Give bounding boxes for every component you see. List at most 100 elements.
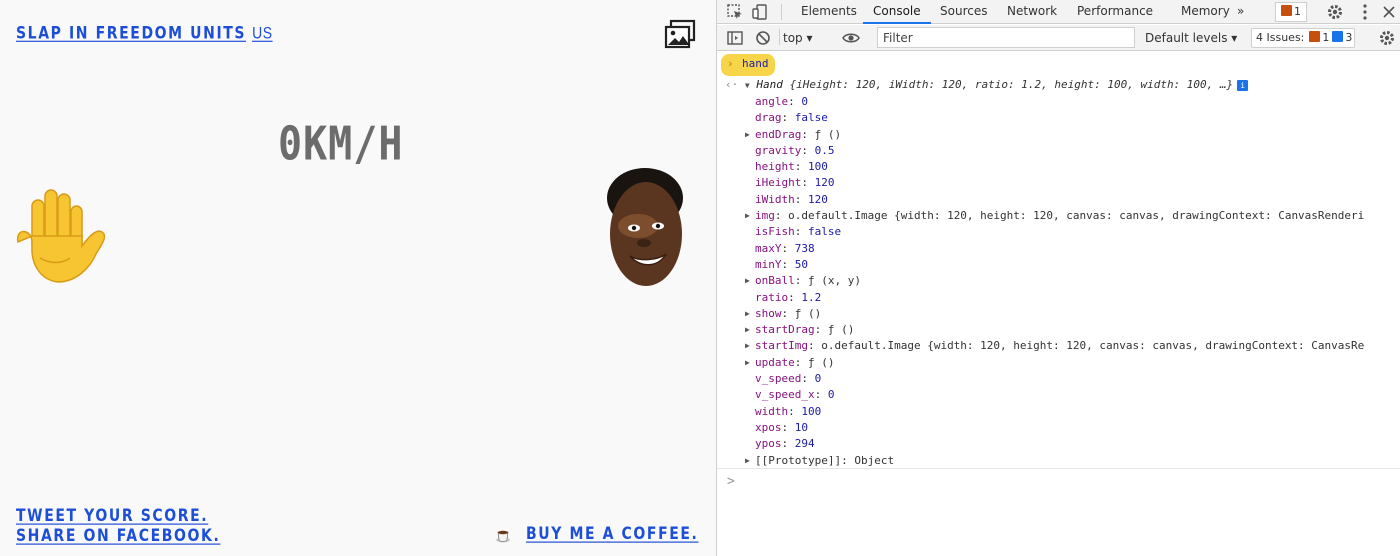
property-colon: : <box>788 404 802 418</box>
property-colon: : <box>841 453 855 467</box>
property-value: false <box>808 225 842 239</box>
clear-console-icon[interactable] <box>753 28 773 48</box>
tab-elements[interactable]: Elements <box>801 0 857 24</box>
property-colon: : <box>774 209 789 223</box>
property-key: angle <box>755 95 789 108</box>
settings-icon[interactable] <box>1325 2 1345 22</box>
share-facebook-link[interactable]: SHARE ON FACEBOOK. <box>16 527 220 546</box>
raised-hand-icon[interactable] <box>10 180 110 290</box>
property-value: 294 <box>794 437 815 451</box>
property-row[interactable]: ▶ startImg: o.default.Image {width: 120, … <box>745 338 1364 354</box>
toolbar-separator <box>779 29 780 45</box>
console-filter-input[interactable] <box>877 27 1135 48</box>
property-key: iHeight <box>755 176 802 190</box>
property-colon: : <box>781 241 795 255</box>
inspect-element-icon[interactable] <box>725 2 745 22</box>
property-row: ypos: 294 <box>755 436 1364 452</box>
issues-badge[interactable]: 1 <box>1275 2 1307 22</box>
property-row[interactable]: ▶ startDrag: ƒ () <box>745 322 1364 338</box>
devtools-panel: » 1 Elements Console Sources Network Perform… <box>716 0 1400 556</box>
property-value: 120 <box>808 192 828 206</box>
expand-arrow-icon[interactable]: ▶ <box>745 306 750 322</box>
issues-warning-count: 1 <box>1322 31 1330 44</box>
result-object-preview: {iHeight: 120, iWidth: 120, ratio: 1.2, … <box>789 78 1234 91</box>
console-settings-icon[interactable] <box>1377 28 1397 48</box>
property-colon: : <box>807 339 822 353</box>
property-key: v_speed_x <box>755 388 815 402</box>
more-options-icon[interactable] <box>1355 2 1375 22</box>
property-colon: : <box>794 274 808 288</box>
expand-arrow-icon[interactable]: ▶ <box>745 273 750 289</box>
console-prompt[interactable]: > <box>727 474 735 489</box>
property-row[interactable]: ▶ [[Prototype]]: Object <box>745 453 1364 469</box>
property-value: 50 <box>794 257 808 271</box>
property-colon: : <box>788 95 802 108</box>
expand-arrow-icon[interactable]: ▶ <box>745 453 750 469</box>
property-colon: : <box>781 306 795 320</box>
expand-arrow-icon[interactable]: ▶ <box>745 338 750 354</box>
property-colon: : <box>781 437 795 451</box>
sidebar-toggle-icon[interactable] <box>725 28 745 48</box>
expand-arrow-icon[interactable]: ▶ <box>745 127 750 143</box>
property-key: width <box>755 404 789 418</box>
close-icon[interactable] <box>1379 2 1399 22</box>
property-row: ratio: 1.2 <box>755 290 1364 306</box>
property-value: 1.2 <box>801 290 822 304</box>
property-key: [[Prototype]] <box>755 453 842 467</box>
console-result-header[interactable]: ‹· ▼ Hand {iHeight: 120, iWidth: 120, ra… <box>725 78 1249 91</box>
expand-arrow-icon[interactable]: ▶ <box>745 355 750 371</box>
property-value: 0.5 <box>814 143 835 157</box>
property-row: iHeight: 120 <box>755 175 1364 191</box>
property-key: ypos <box>755 437 782 451</box>
property-row[interactable]: ▶ show: ƒ () <box>745 306 1364 322</box>
tab-performance[interactable]: Performance <box>1077 0 1153 24</box>
property-value: 100 <box>808 160 828 174</box>
property-value: 738 <box>794 241 815 255</box>
property-key: ratio <box>755 290 789 304</box>
property-row[interactable]: ▶ onBall: ƒ (x, y) <box>745 273 1364 289</box>
property-row[interactable]: ▶ endDrag: ƒ () <box>745 127 1364 143</box>
device-toolbar-icon[interactable] <box>750 2 770 22</box>
property-colon: : <box>801 176 815 190</box>
freedom-units-suffix: US <box>252 23 273 42</box>
console-output[interactable]: › hand ‹· ▼ Hand {iHeight: 120, iWidth: … <box>717 52 1400 556</box>
property-key: startDrag <box>755 323 815 337</box>
context-select[interactable]: top ▾ <box>783 28 833 48</box>
property-key: v_speed <box>755 372 802 386</box>
chevron-down-icon: ▾ <box>1231 31 1238 45</box>
expand-arrow-icon[interactable]: ▶ <box>745 208 750 224</box>
object-properties: angle: 0 drag: false ▶ endDrag: ƒ () gravity… <box>745 94 1365 469</box>
console-toolbar: top ▾ Default levels ▾ 4 Issues: 1 3 <box>717 25 1400 51</box>
game-canvas[interactable]: SLAP IN FREEDOM UNITS US 0KM/H TWEET YOUR… <box>0 0 716 556</box>
property-key: minY <box>755 257 782 271</box>
tweet-score-link[interactable]: TWEET YOUR SCORE. <box>16 507 208 526</box>
freedom-units-link[interactable]: SLAP IN FREEDOM UNITS US <box>16 23 273 43</box>
property-row: drag: false <box>755 110 1364 126</box>
tab-memory[interactable]: Memory <box>1181 0 1230 24</box>
property-row[interactable]: ▶ update: ƒ () <box>745 355 1364 371</box>
expand-arrow-icon[interactable]: ▶ <box>745 322 750 338</box>
property-value: 0 <box>827 388 835 402</box>
property-colon: : <box>794 192 808 206</box>
tab-console[interactable]: Console <box>863 0 931 24</box>
tab-sources[interactable]: Sources <box>940 0 987 24</box>
issues-button[interactable]: 4 Issues: 1 3 <box>1251 28 1355 48</box>
property-value: ƒ () <box>808 355 835 369</box>
property-row: minY: 50 <box>755 257 1364 273</box>
more-tabs-button[interactable]: » <box>1237 0 1244 24</box>
result-arrow-icon: ‹· <box>725 78 745 91</box>
context-select-value: top <box>783 31 803 45</box>
info-icon[interactable]: i <box>1237 80 1249 91</box>
property-colon: : <box>788 290 802 304</box>
property-row[interactable]: ▶ img: o.default.Image {width: 120, heigh… <box>745 208 1365 224</box>
property-value: o.default.Image {width: 120, height: 120… <box>788 209 1365 223</box>
log-levels-select[interactable]: Default levels ▾ <box>1145 28 1237 48</box>
eye-icon[interactable] <box>841 28 861 48</box>
image-icon[interactable] <box>664 19 696 49</box>
buy-coffee-link[interactable]: BUY ME A COFFEE. <box>526 525 698 544</box>
tab-network[interactable]: Network <box>1007 0 1057 24</box>
coffee-cup-icon <box>496 530 510 543</box>
issues-info-count: 3 <box>1345 31 1353 44</box>
property-row: angle: 0 <box>755 94 1364 110</box>
speed-readout: 0KM/H <box>278 118 404 171</box>
